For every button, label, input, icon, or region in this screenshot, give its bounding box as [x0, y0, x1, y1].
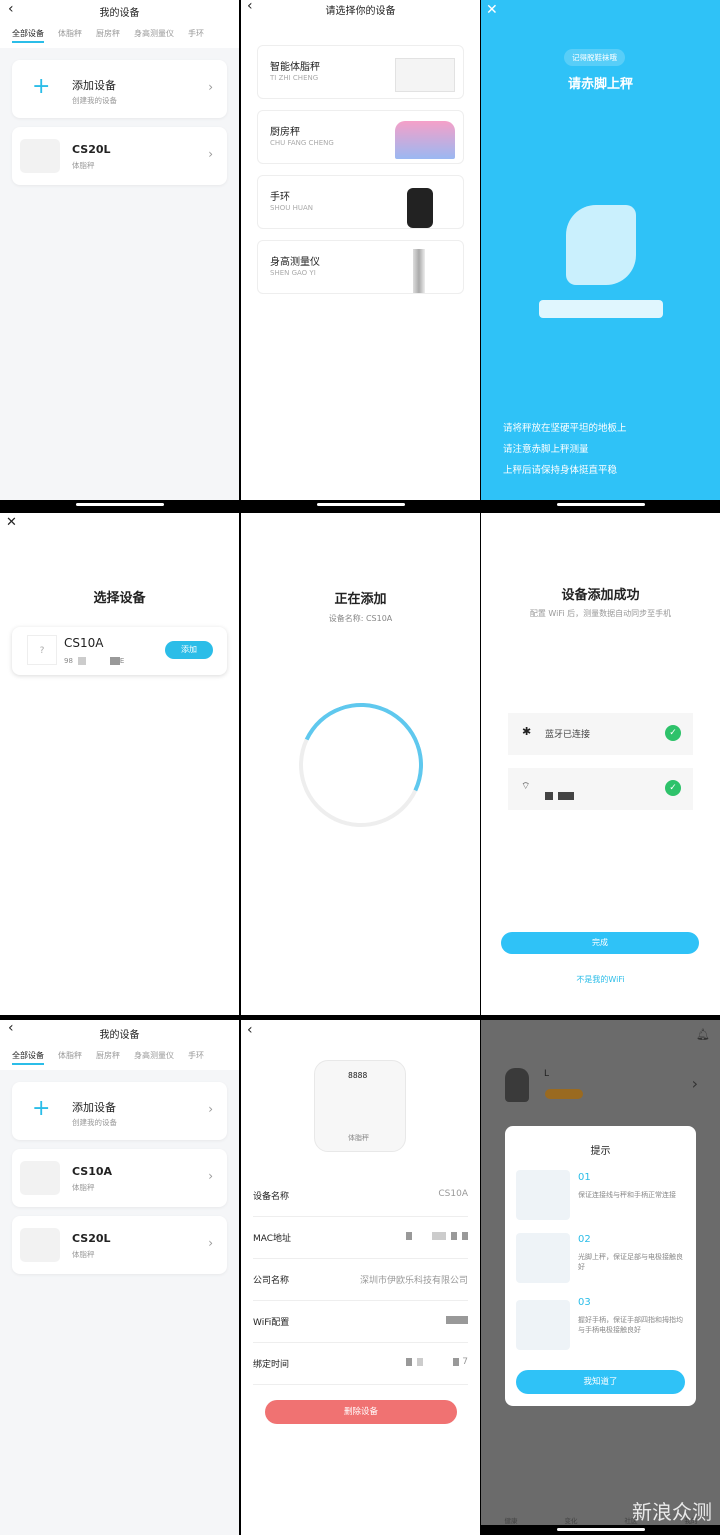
info-row: 绑定时间 7 — [253, 1343, 468, 1385]
bluetooth-status: ✱ 蓝牙已连接 ✓ — [508, 713, 693, 755]
tab-height[interactable]: 身高测量仪 — [134, 1050, 174, 1065]
tab-kitchen[interactable]: 厨房秤 — [96, 28, 120, 43]
add-button[interactable]: 添加 — [165, 641, 213, 659]
done-button[interactable]: 完成 — [501, 932, 699, 954]
info-row: 设备名称 CS10A — [253, 1175, 468, 1217]
screen-add-success: 设备添加成功 配置 WiFi 后，测量数据自动同步至手机 ✱ 蓝牙已连接 ✓ ⌔… — [481, 513, 720, 1015]
delete-device-button[interactable]: 删除设备 — [265, 1400, 457, 1424]
nav-health[interactable]: 健康 — [481, 1515, 541, 1525]
device-item[interactable]: CS20L 体脂秤 › — [12, 127, 227, 185]
tab-band[interactable]: 手环 — [188, 28, 204, 43]
page-title: 请选择你的设备 — [325, 6, 396, 17]
not-my-wifi-link[interactable]: 不是我的WiFi — [481, 974, 720, 985]
info-row[interactable]: WiFi配置 — [253, 1301, 468, 1343]
tab-band[interactable]: 手环 — [188, 1050, 204, 1065]
screen-barefoot: ✕ 记得脱鞋袜哦 请赤脚上秤 请将秤放在坚硬平坦的地板上 请注意赤脚上秤测量 上… — [481, 0, 720, 510]
info-row: MAC地址 — [253, 1217, 468, 1259]
avatar[interactable] — [505, 1068, 529, 1102]
back-icon[interactable]: ‹ — [247, 1022, 253, 1038]
chevron-right-icon: › — [208, 1102, 213, 1116]
wifi-status[interactable]: ⌔ ✓ — [508, 768, 693, 810]
info-row: 公司名称 深圳市伊欧乐科技有限公司 — [253, 1259, 468, 1301]
wifi-icon: ⌔ — [521, 781, 531, 792]
found-device-card: ? CS10A 98 E 添加 — [12, 627, 227, 675]
check-icon: ✓ — [665, 780, 681, 796]
screen-my-devices-updated: ‹ 我的设备 全部设备 体脂秤 厨房秤 身高测量仪 手环 + 添加设备 创建我的… — [0, 1020, 239, 1535]
tip-bubble: 记得脱鞋袜哦 — [564, 49, 625, 66]
page-title: 请赤脚上秤 — [567, 77, 633, 92]
page-title: 正在添加 — [334, 592, 387, 607]
bullet: 上秤后请保持身体挺直平稳 — [503, 465, 618, 476]
chevron-right-icon: › — [691, 1074, 698, 1093]
got-it-button[interactable]: 我知道了 — [516, 1370, 685, 1394]
check-icon: ✓ — [665, 725, 681, 741]
plus-icon: + — [32, 74, 51, 99]
user-name: L — [544, 1069, 550, 1079]
loading-spinner — [281, 685, 441, 845]
scale-thumbnail — [20, 1228, 60, 1262]
tab-body-fat[interactable]: 体脂秤 — [58, 1050, 82, 1065]
add-device-button[interactable]: + 添加设备 创建我的设备 › — [12, 1082, 227, 1140]
page-title: 我的设备 — [99, 8, 140, 19]
chevron-right-icon: › — [208, 1169, 213, 1183]
add-device-button[interactable]: + 添加设备 创建我的设备 › — [12, 60, 227, 118]
tab-height[interactable]: 身高测量仪 — [134, 28, 174, 43]
device-item[interactable]: CS10A 体脂秤 › — [12, 1149, 227, 1207]
chevron-right-icon: › — [208, 147, 213, 161]
tab-body-fat[interactable]: 体脂秤 — [58, 28, 82, 43]
scale-illustration — [539, 300, 663, 318]
screen-select-category: ‹ 请选择你的设备 智能体脂秤 TI ZHI CHENG 厨房秤 CHU FANG … — [241, 0, 480, 510]
scale-image: 8888 体脂秤 — [314, 1060, 406, 1152]
watermark: 新浪众测 — [632, 1500, 712, 1524]
scale-thumbnail — [20, 1161, 60, 1195]
screen-adding: 正在添加 设备名称: CS10A — [241, 513, 480, 1015]
tab-all[interactable]: 全部设备 — [12, 1050, 44, 1065]
bullet: 请将秤放在坚硬平坦的地板上 — [503, 423, 627, 434]
chevron-right-icon: › — [208, 80, 213, 94]
tab-all[interactable]: 全部设备 — [12, 28, 44, 43]
screen-my-devices: ‹ 我的设备 全部设备 体脂秤 厨房秤 身高测量仪 手环 + 添加设备 创建我的… — [0, 0, 239, 510]
foot-illustration — [566, 205, 636, 285]
page-title: 选择设备 — [93, 591, 146, 606]
device-item[interactable]: CS20L 体脂秤 › — [12, 1216, 227, 1274]
tab-kitchen[interactable]: 厨房秤 — [96, 1050, 120, 1065]
page-title: 设备添加成功 — [561, 588, 640, 603]
chevron-right-icon: › — [208, 1236, 213, 1250]
page-title: 我的设备 — [99, 1030, 140, 1041]
bullet: 请注意赤脚上秤测量 — [503, 444, 589, 455]
category-height[interactable]: 身高测量仪 SHEN GAO YI — [257, 240, 464, 294]
screen-device-detail: ‹ 8888 体脂秤 设备名称 CS10A MAC地址 公司名称 深圳市伊欧乐科技有… — [241, 1020, 480, 1535]
close-icon[interactable]: ✕ — [486, 2, 498, 18]
close-icon[interactable]: ✕ — [6, 515, 17, 530]
plus-icon: + — [32, 1096, 51, 1121]
scale-thumbnail — [20, 139, 60, 173]
bell-icon[interactable]: 🔔︎ — [696, 1028, 710, 1041]
category-body-fat[interactable]: 智能体脂秤 TI ZHI CHENG — [257, 45, 464, 99]
screen-choose-device: ✕ 选择设备 ? CS10A 98 E 添加 — [0, 513, 239, 1015]
tip-dialog: 提示 01 保证连接线与秤和手柄正常连接 02 光脚上秤，保证足部与电极接触良好… — [505, 1126, 696, 1406]
category-kitchen[interactable]: 厨房秤 CHU FANG CHENG — [257, 110, 464, 164]
points-badge — [545, 1089, 583, 1099]
screen-profile-tip: 🔔︎ L › 提示 01 保证连接线与秤和手柄正常连接 02 光脚上秤，保证足部… — [481, 1020, 720, 1535]
bluetooth-icon: ✱ — [522, 725, 532, 738]
category-band[interactable]: 手环 SHOU HUAN — [257, 175, 464, 229]
nav-changes[interactable]: 变化 — [541, 1515, 601, 1525]
